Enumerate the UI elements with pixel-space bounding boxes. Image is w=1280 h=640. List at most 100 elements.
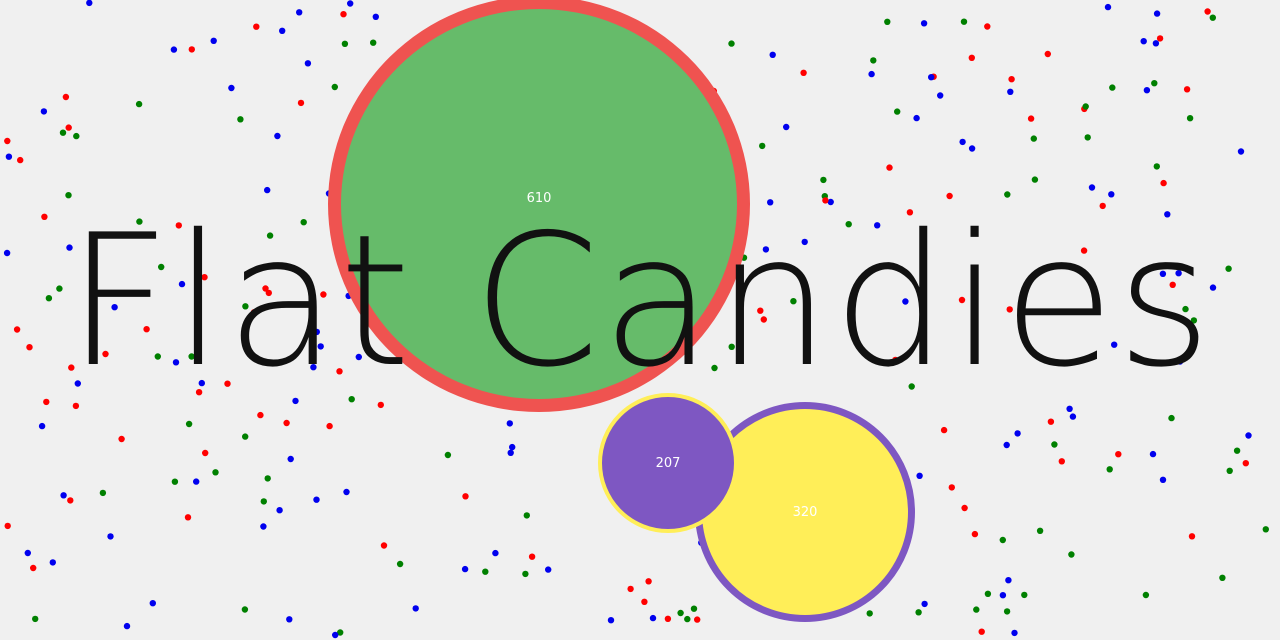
candy-pellet: [769, 51, 776, 58]
candy-pellet: [1006, 306, 1013, 313]
candy-pellet: [728, 343, 735, 350]
candy-pellet: [870, 57, 877, 64]
candy-pellet: [1237, 148, 1245, 155]
candy-pellet: [694, 616, 701, 623]
candy-pellet: [237, 116, 244, 123]
candy-pellet: [762, 246, 770, 253]
candy-pellet: [3, 249, 11, 257]
candy-pellet: [107, 533, 114, 540]
candy-pellet: [241, 606, 249, 613]
candy-pellet: [195, 389, 203, 396]
game-canvas[interactable]: 610 320 207 Flat Candies: [0, 0, 1280, 640]
candy-pellet: [212, 469, 219, 476]
candy-pellet: [260, 498, 267, 505]
candy-pellet: [961, 504, 968, 512]
candy-pellet: [24, 549, 31, 557]
candy-pellet: [372, 13, 379, 20]
candy-pellet: [1140, 38, 1147, 45]
candy-pellet: [1084, 134, 1091, 141]
candy-pellet: [313, 496, 320, 503]
candy-pellet: [184, 514, 192, 521]
candy-pellet: [522, 570, 529, 578]
candy-pellet: [916, 472, 923, 479]
candy-pellet: [1153, 163, 1161, 170]
candy-pellet: [279, 27, 286, 34]
candy-pellet: [228, 84, 235, 92]
candy-pellet: [287, 455, 294, 463]
candy-pellet: [641, 598, 648, 605]
candy-pellet: [1111, 341, 1118, 348]
candy-pellet: [210, 37, 217, 44]
candy-pellet: [136, 218, 143, 225]
candy-pellet: [1225, 265, 1232, 272]
candy-pellet: [492, 549, 499, 557]
candy-pellet: [260, 523, 267, 530]
candy-pellet: [506, 420, 513, 427]
candy-pellet: [1099, 202, 1106, 210]
candy-pellet: [135, 100, 143, 108]
candy-pellet: [1186, 115, 1194, 122]
candy-pellet: [175, 222, 182, 229]
candy-pellet: [1088, 184, 1096, 191]
candy-pellet: [1106, 466, 1113, 473]
candy-pellet: [677, 609, 684, 617]
candy-pellet: [253, 23, 260, 30]
candy-pellet: [26, 344, 33, 351]
candy-pellet: [645, 578, 652, 585]
candy-pellet: [188, 353, 195, 360]
candy-pellet: [1058, 458, 1066, 465]
candy-pellet: [1047, 418, 1055, 425]
candy-pellet: [274, 132, 281, 140]
candy-pellet: [250, 309, 258, 316]
cell-mass-label: 610: [526, 190, 552, 206]
candy-pellet: [143, 326, 150, 333]
candy-pellet: [800, 69, 807, 77]
candy-pellet: [262, 285, 269, 292]
candy-pellet: [1188, 533, 1196, 540]
candy-pellet: [276, 507, 283, 514]
candy-pellet: [1044, 50, 1052, 58]
candy-pellet: [886, 164, 893, 171]
candy-pellet: [193, 478, 200, 485]
candy-pellet: [664, 615, 672, 622]
candy-pellet: [978, 628, 985, 635]
candy-pellet: [380, 542, 388, 549]
candy-pellet: [158, 263, 165, 271]
candy-pellet: [111, 304, 118, 311]
candy-pellet: [1007, 88, 1014, 96]
candy-pellet: [627, 585, 634, 593]
candy-pellet: [1262, 526, 1270, 533]
candy-pellet: [355, 353, 362, 361]
candy-pellet: [171, 478, 179, 485]
candy-pellet: [790, 298, 797, 305]
candy-pellet: [757, 307, 764, 314]
candy-pellet: [908, 383, 915, 390]
candy-pellet: [224, 380, 231, 387]
candy-pellet: [370, 39, 377, 46]
candy-pellet: [1142, 591, 1150, 599]
candy-pellet: [507, 449, 514, 456]
candy-pellet: [607, 617, 615, 624]
candy-pellet: [198, 379, 205, 387]
candy-pellet: [73, 132, 80, 140]
candy-pellet: [968, 145, 976, 152]
candy-pellet: [1115, 451, 1122, 458]
candy-pellet: [331, 83, 338, 91]
candy-pellet: [822, 197, 829, 204]
candy-pellet: [292, 397, 299, 405]
candy-pellet: [759, 142, 766, 150]
candy-pellet: [921, 600, 928, 608]
candy-pellet: [86, 0, 93, 7]
candy-pellet: [65, 192, 72, 199]
candy-pellet: [74, 380, 82, 387]
candy-pellet: [1209, 284, 1217, 291]
candy-pellet: [170, 46, 178, 53]
candy-pellet: [1153, 10, 1161, 17]
candy-pellet: [336, 368, 343, 375]
candy-pellet: [38, 422, 46, 430]
candy-pellet: [928, 74, 935, 81]
candy-pellet: [999, 536, 1006, 544]
candy-pellet: [1160, 179, 1167, 187]
candy-pellet: [40, 108, 48, 115]
candy-pellet: [68, 364, 75, 371]
